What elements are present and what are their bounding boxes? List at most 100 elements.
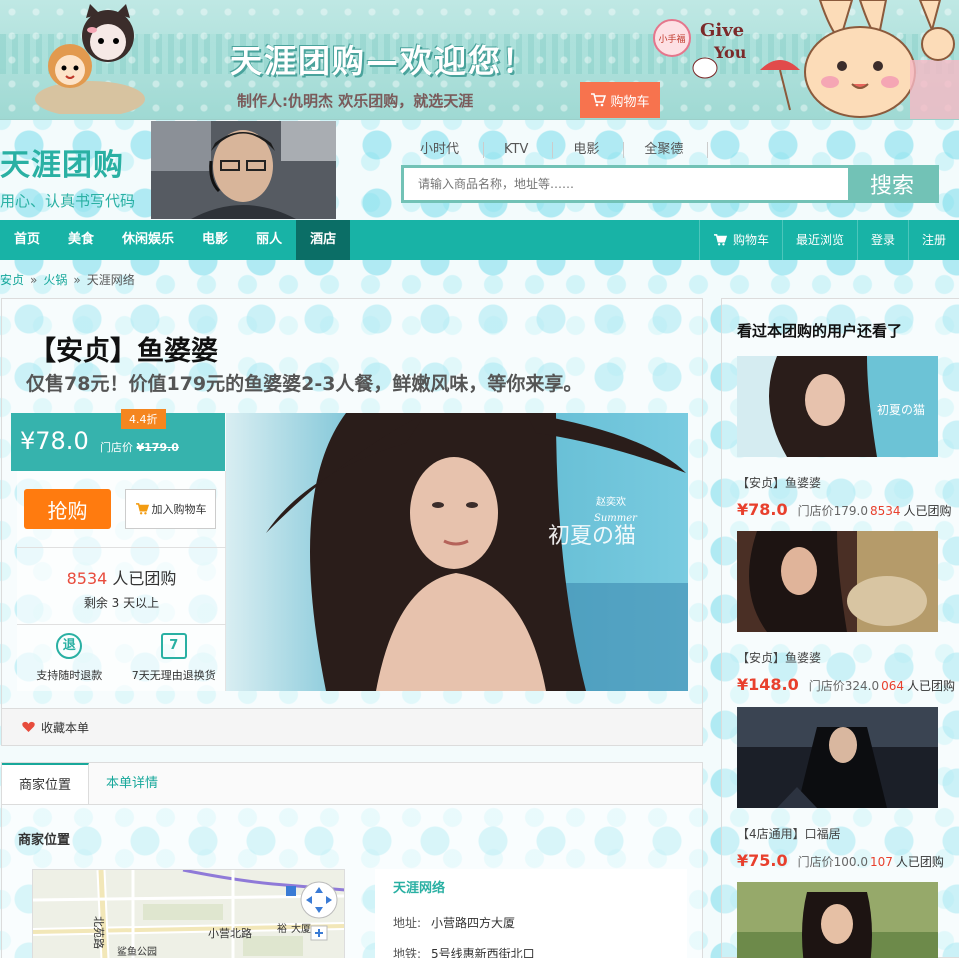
banner-cart-button[interactable]: 购物车 — [580, 82, 660, 118]
svg-text:初夏の猫: 初夏の猫 — [877, 403, 925, 417]
nav-item-home[interactable]: 首页 — [0, 220, 54, 260]
rabbit-illustration — [760, 0, 959, 119]
map-label: 裕 — [277, 922, 287, 935]
badge-text: 小手福 — [658, 33, 685, 45]
related-deal-count-label: 人已团购 — [903, 504, 952, 518]
give-you-illustration: 小手福 Give You — [653, 19, 747, 79]
banner-title: 天涯团购—欢迎您！ — [230, 42, 537, 80]
sold-suffix: 人已团购 — [112, 569, 177, 588]
buy-now-button[interactable]: 抢购 — [24, 489, 111, 529]
site-logo[interactable]: 天涯团购 用心、认真书写代码 — [0, 140, 135, 211]
related-deal-count-label: 人已团购 — [895, 855, 944, 869]
subway-value: 5号线惠新西街北口 — [431, 947, 535, 958]
related-deal-title[interactable]: 【安贞】鱼婆婆 — [737, 649, 938, 666]
map-label: 大厦 — [291, 922, 311, 935]
banner-subtitle: 制作人:仇明杰 欢乐团购，就选天涯 — [237, 92, 474, 110]
breadcrumb-link[interactable]: 火锅 — [43, 273, 67, 287]
related-deal-card[interactable] — [737, 882, 938, 958]
refund-icon: 退 — [56, 633, 83, 659]
nav-item-hotel[interactable]: 酒店 — [296, 220, 351, 260]
hotword-link[interactable]: KTV — [484, 142, 554, 158]
related-deals-sidebar: 看过本团购的用户还看了 初夏の猫 【安贞】鱼婆婆 ¥78.0 门店价 179.0 … — [721, 298, 959, 958]
tab-merchant-location[interactable]: 商家位置 — [2, 763, 90, 804]
breadcrumb-separator: » — [30, 273, 38, 287]
deal-title: 【安贞】鱼婆婆 — [29, 336, 218, 367]
cart-icon — [591, 93, 607, 107]
related-deal-title[interactable]: 【安贞】鱼婆婆 — [737, 474, 938, 491]
merchant-subway: 地铁: 5号线惠新西街北口 — [393, 945, 669, 958]
breadcrumb-current: 天涯网络 — [86, 273, 135, 287]
guarantee-refund-label: 支持随时退款 — [36, 669, 103, 682]
merchant-info: 天涯网络 地址: 小营路四方大厦 地铁: 5号线惠新西街北口 — [375, 869, 687, 958]
discount-badge: 4.4折 — [121, 409, 166, 429]
map-label: 小营北路 — [208, 926, 252, 940]
related-deal-card[interactable]: 【安贞】鱼婆婆 ¥148.0 门店价 324.0 064 人已团购 — [737, 531, 955, 694]
nav-recent[interactable]: 最近浏览 — [781, 220, 857, 260]
related-deal-price: ¥78.0 — [737, 500, 788, 519]
related-deal-card[interactable]: 初夏の猫 【安贞】鱼婆婆 ¥78.0 门店价 179.0 8534 人已团购 — [737, 356, 952, 519]
nav-item-movies[interactable]: 电影 — [188, 220, 242, 260]
related-deal-price-row: ¥78.0 门店价 179.0 8534 人已团购 — [737, 500, 952, 519]
breadcrumb-link[interactable]: 安贞 — [0, 273, 24, 287]
related-deal-orig: 100.0 — [833, 855, 868, 869]
deal-hero-image: 赵奕欢 Summer 初夏の猫 — [226, 413, 688, 691]
related-deal-orig: 324.0 — [844, 679, 880, 693]
related-deal-title[interactable]: 【4店通用】口福居 — [737, 825, 938, 842]
add-to-cart-button[interactable]: 加入购物车 — [125, 489, 216, 529]
merchant-name[interactable]: 天涯网络 — [393, 877, 669, 896]
remaining-suffix: 天以上 — [123, 596, 160, 610]
original-price-label: 门店价 — [100, 441, 133, 454]
breadcrumb: 安贞 » 火锅 » 天涯网络 — [0, 271, 135, 288]
search-input[interactable] — [404, 168, 848, 200]
hero-caption-script: Summer — [594, 513, 638, 524]
guarantee-return: 7 7天无理由退换货 — [122, 629, 227, 683]
related-deal-count: 064 — [881, 679, 905, 693]
related-deal-image[interactable] — [737, 531, 938, 632]
merchant-address: 地址: 小营路四方大厦 — [393, 914, 669, 931]
deal-price: ¥78.0 — [20, 427, 89, 455]
sidebar-title: 看过本团购的用户还看了 — [737, 322, 903, 340]
related-deal-card[interactable]: 【4店通用】口福居 ¥75.0 门店价 100.0 107 人已团购 — [737, 707, 944, 870]
original-price-value: ¥179.0 — [136, 441, 179, 454]
detail-section: 商家位置 本单详情 商家位置 北苑路 小营北路 鲨鱼公园 大厦 裕 天涯网络 地… — [1, 762, 703, 958]
deal-card: 【安贞】鱼婆婆 仅售78元！价值179元的鱼婆婆2-3人餐，鲜嫩风味，等你来享。… — [1, 298, 703, 746]
heart-icon — [22, 721, 35, 732]
detail-tabs: 商家位置 本单详情 — [2, 763, 702, 805]
address-value: 小营路四方大厦 — [431, 916, 516, 930]
related-deal-count-label: 人已团购 — [907, 679, 956, 693]
price-box: 4.4折 ¥78.0 门店价 ¥179.0 — [11, 409, 225, 471]
related-deal-orig: 179.0 — [833, 504, 868, 518]
sold-count: 8534 — [66, 569, 108, 588]
search-bar: 搜索 — [401, 165, 939, 203]
nav-item-entertainment[interactable]: 休闲娱乐 — [108, 220, 188, 260]
related-deal-image[interactable] — [737, 707, 938, 808]
seven-day-icon: 7 — [160, 633, 187, 659]
related-deal-image[interactable]: 初夏の猫 — [737, 356, 938, 457]
nav-cart[interactable]: 购物车 — [698, 220, 782, 260]
nav-login[interactable]: 登录 — [856, 220, 908, 260]
hotword-link[interactable]: 电影 — [553, 142, 625, 158]
nav-item-beauty[interactable]: 丽人 — [242, 220, 296, 260]
nav-register[interactable]: 注册 — [907, 220, 959, 260]
related-deal-count: 8534 — [869, 504, 901, 518]
nav-item-food[interactable]: 美食 — [54, 220, 108, 260]
sold-info: 8534 人已团购 剩余 3 天以上 — [17, 547, 226, 625]
remaining-value: 3 — [111, 596, 120, 610]
purchase-panel: 抢购 加入购物车 8534 人已团购 剩余 3 天以上 退 支持随时退款 7 7… — [17, 471, 226, 691]
tab-deal-details[interactable]: 本单详情 — [89, 763, 175, 804]
logo-name: 天涯团购 — [0, 148, 124, 183]
search-button[interactable]: 搜索 — [848, 168, 936, 200]
hotword-link[interactable]: 小时代 — [400, 142, 485, 158]
cart-icon — [713, 234, 727, 246]
banner-cart-label: 购物车 — [610, 94, 650, 110]
related-deal-orig-label: 门店价 — [797, 504, 834, 518]
related-deal-price: ¥75.0 — [737, 851, 788, 870]
location-map[interactable]: 北苑路 小营北路 鲨鱼公园 大厦 裕 — [32, 869, 345, 958]
related-deal-price-row: ¥75.0 门店价 100.0 107 人已团购 — [737, 851, 944, 870]
favorite-bar[interactable]: 收藏本单 — [2, 708, 702, 745]
give-text: Give — [700, 20, 744, 41]
related-deal-image[interactable] — [737, 882, 938, 958]
nav-right: 购物车 最近浏览 登录 注册 — [698, 220, 959, 260]
hotword-link[interactable]: 全聚德 — [624, 142, 709, 158]
hero-caption: 初夏の猫 — [548, 524, 636, 549]
